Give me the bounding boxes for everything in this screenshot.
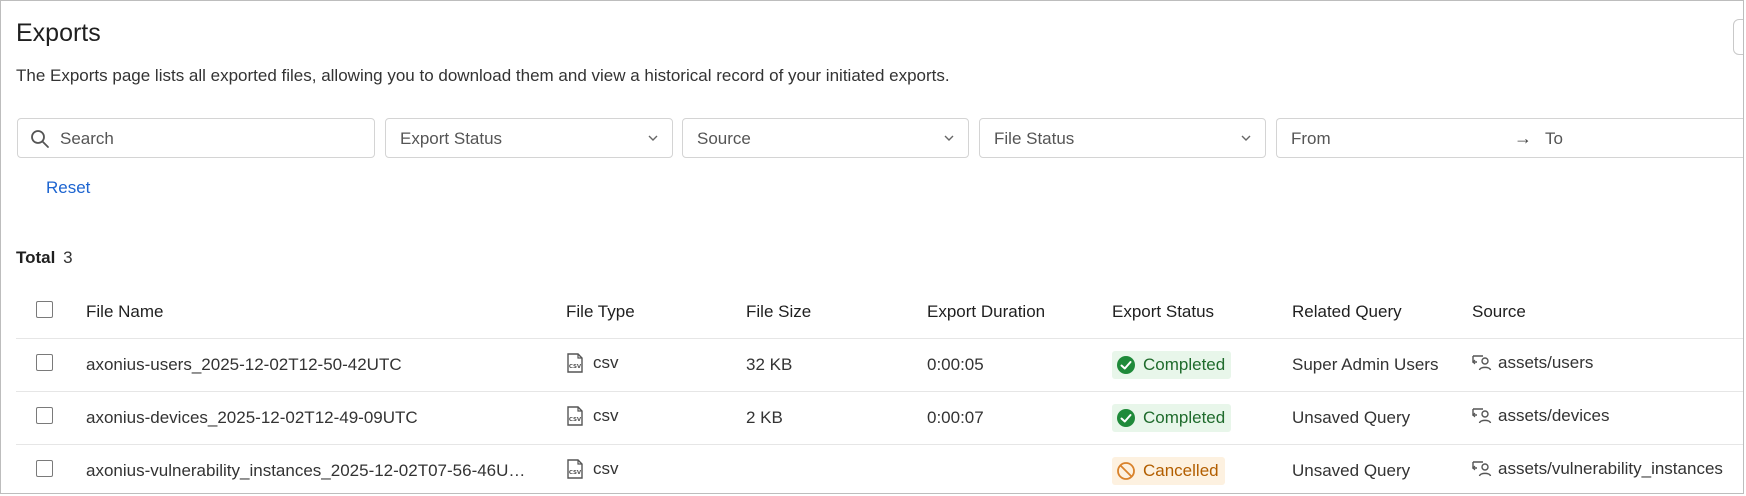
source-label: assets/users [1498,353,1594,372]
column-header-file-type[interactable]: File Type [566,302,635,322]
date-from-input[interactable]: From [1291,129,1331,149]
source-cell[interactable]: assets/devices [1472,406,1610,426]
asset-query-icon [1472,355,1492,371]
chevron-down-icon [1241,135,1251,141]
date-to-input[interactable]: To [1545,129,1563,149]
export-duration: 0:00:07 [927,408,984,427]
total-label: Total [16,248,56,267]
export-status-cell: Completed [1112,351,1232,384]
column-header-export-status[interactable]: Export Status [1112,302,1214,322]
chevron-down-icon [944,135,954,141]
exports-page: Exports The Exports page lists all expor… [0,0,1744,494]
row-checkbox[interactable] [36,407,53,424]
svg-text:CSV: CSV [569,470,582,476]
total-count: Total 3 [16,248,73,268]
export-duration: 0:00:05 [927,355,984,374]
page-description: The Exports page lists all exported file… [16,66,950,85]
export-status-cell: Completed [1112,404,1232,437]
source-filter-label: Source [697,129,751,148]
file-name: axonius-users_2025-12-02T12-50-42UTC [86,355,402,374]
file-status-filter-label: File Status [994,129,1075,148]
status-badge: Completed [1112,351,1232,379]
search-input[interactable] [58,125,362,153]
file-type-cell: CSV csv [566,353,619,373]
row-checkbox[interactable] [36,354,53,371]
source-cell[interactable]: assets/vulnerability_instances [1472,459,1723,479]
column-header-file-name[interactable]: File Name [86,302,163,322]
source-cell[interactable]: assets/users [1472,353,1593,373]
table-row[interactable]: axonius-vulnerability_instances_2025-12-… [16,445,1743,493]
file-type-label: csv [593,406,619,425]
table-header: File Name File Type File Size Export Dur… [16,286,1743,339]
row-select-cell [36,460,53,482]
csv-file-icon: CSV [567,459,583,479]
date-range-picker[interactable]: From → To [1276,118,1743,158]
file-type-cell: CSV csv [566,406,619,426]
file-size: 2 KB [746,408,783,427]
column-header-source[interactable]: Source [1472,302,1526,322]
check-circle-icon [1117,356,1135,374]
status-badge: Completed [1112,404,1232,432]
search-field[interactable] [17,118,375,158]
related-query[interactable]: Super Admin Users [1292,355,1438,375]
source-filter[interactable]: Source [682,118,969,158]
svg-text:CSV: CSV [569,364,582,370]
row-select-cell [36,407,53,429]
file-name: axonius-devices_2025-12-02T12-49-09UTC [86,408,418,427]
related-query[interactable]: Unsaved Query [1292,461,1410,481]
csv-file-icon: CSV [567,353,583,373]
file-name: axonius-vulnerability_instances_2025-12-… [86,461,531,480]
column-header-related-query[interactable]: Related Query [1292,302,1402,322]
status-badge: Cancelled [1112,457,1225,485]
column-header-file-size[interactable]: File Size [746,302,811,322]
export-status-cell: Cancelled [1112,457,1225,490]
row-checkbox[interactable] [36,460,53,477]
file-type-label: csv [593,353,619,372]
panel-edge-button[interactable] [1733,19,1743,55]
total-value: 3 [63,248,73,267]
source-label: assets/devices [1498,406,1610,425]
asset-query-icon [1472,408,1492,424]
related-query[interactable]: Unsaved Query [1292,408,1410,428]
source-label: assets/vulnerability_instances [1498,459,1723,478]
file-status-filter[interactable]: File Status [979,118,1266,158]
arrow-right-icon: → [1514,128,1532,148]
file-size: 32 KB [746,355,793,374]
page-title: Exports [16,19,101,47]
select-all-cell [36,301,53,323]
csv-file-icon: CSV [567,406,583,426]
row-select-cell [36,354,53,376]
check-circle-icon [1117,409,1135,427]
svg-text:CSV: CSV [569,417,582,423]
table-row[interactable]: axonius-devices_2025-12-02T12-49-09UTC C… [16,392,1743,445]
file-type-label: csv [593,459,619,478]
status-badge-label: Cancelled [1143,461,1219,480]
file-type-cell: CSV csv [566,459,619,479]
asset-query-icon [1472,461,1492,477]
search-icon [31,130,49,148]
status-badge-label: Completed [1143,408,1226,427]
status-badge-label: Completed [1143,355,1226,374]
select-all-checkbox[interactable] [36,301,53,318]
table-row[interactable]: axonius-users_2025-12-02T12-50-42UTC CSV… [16,339,1743,392]
cancel-circle-icon [1117,462,1135,480]
chevron-down-icon [648,135,658,141]
column-header-export-duration[interactable]: Export Duration [927,302,1045,322]
export-status-filter[interactable]: Export Status [385,118,673,158]
export-status-filter-label: Export Status [400,129,503,148]
reset-filters-link[interactable]: Reset [46,178,90,198]
